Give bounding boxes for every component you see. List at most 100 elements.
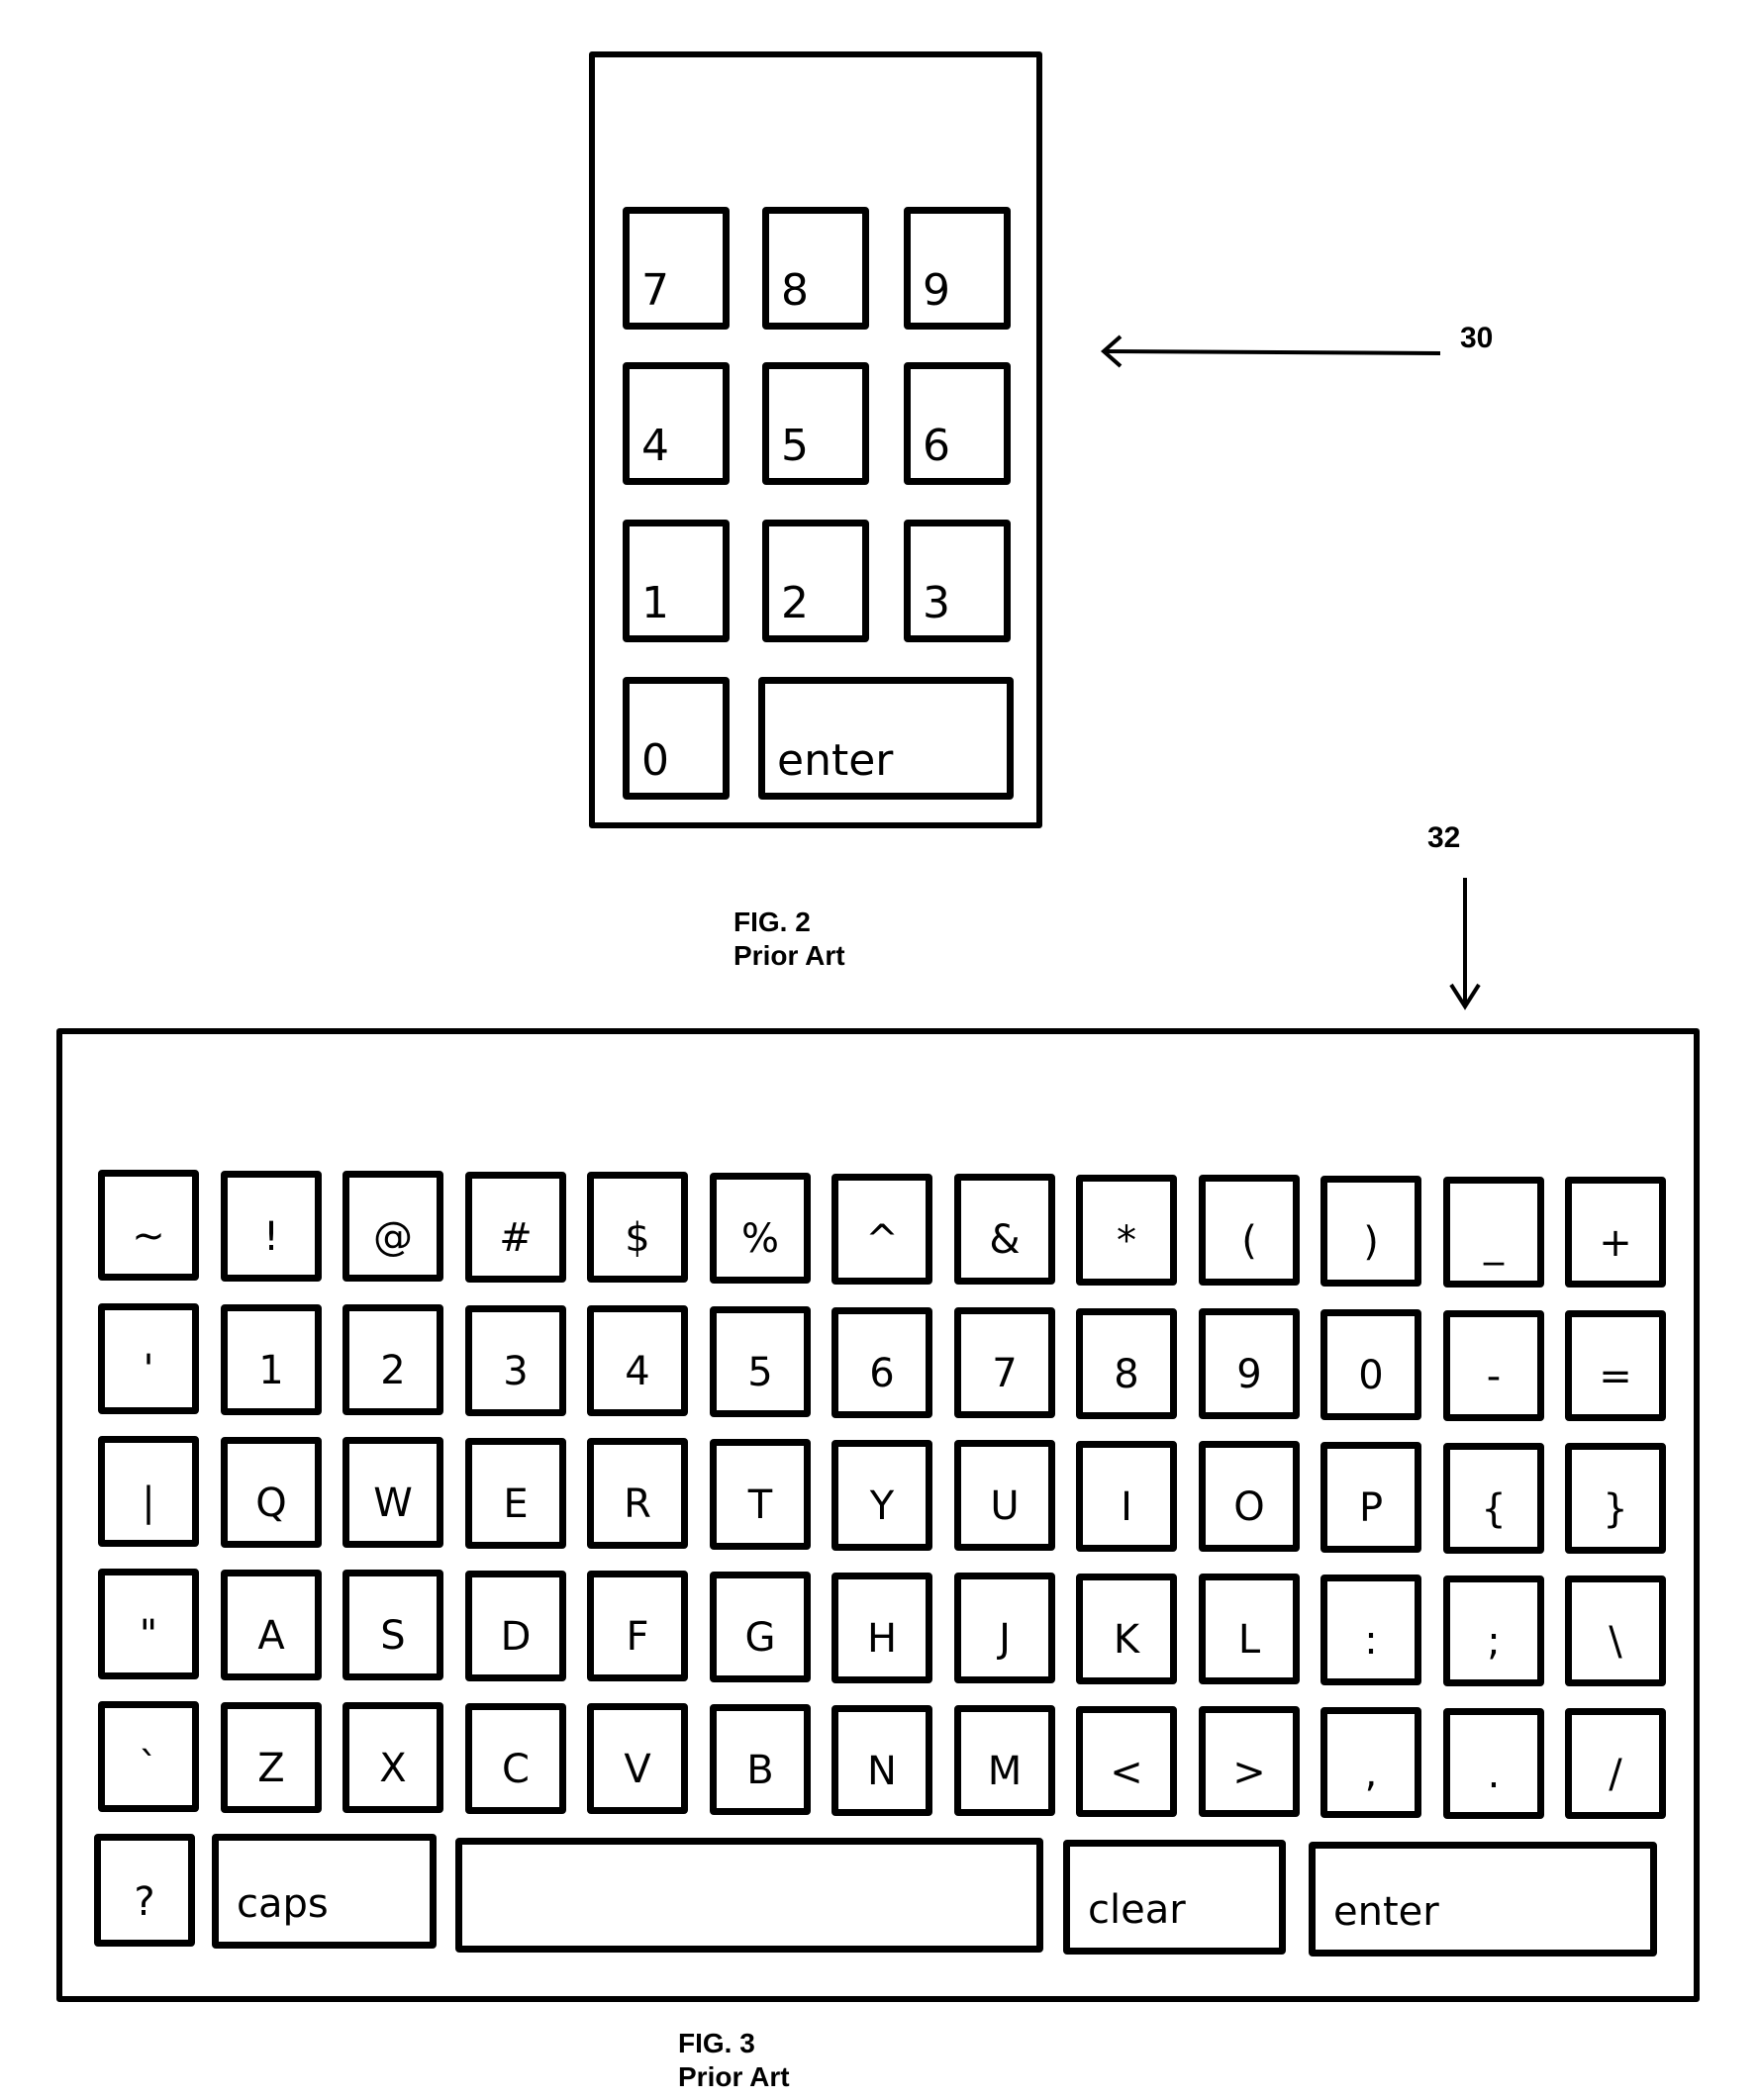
- keyboard-key[interactable]: }: [1565, 1443, 1666, 1554]
- keyboard-key[interactable]: $: [587, 1172, 688, 1283]
- keyboard-key[interactable]: J: [954, 1573, 1055, 1683]
- keyboard-key-label: !: [262, 1214, 280, 1260]
- keyboard-key[interactable]: ~: [98, 1170, 199, 1281]
- keyboard-clear-key[interactable]: clear: [1063, 1840, 1286, 1955]
- keyboard-key[interactable]: %: [710, 1173, 811, 1284]
- keyboard-key-label: :: [1364, 1618, 1378, 1664]
- keyboard-key[interactable]: L: [1199, 1574, 1300, 1684]
- keypad-key[interactable]: 4: [623, 362, 730, 485]
- keyboard-key-label: L: [1237, 1617, 1261, 1663]
- keyboard-key-label: K: [1113, 1617, 1140, 1663]
- keyboard-key[interactable]: ,: [1320, 1707, 1421, 1818]
- keyboard-key[interactable]: W: [342, 1437, 443, 1548]
- keyboard-key[interactable]: 9: [1199, 1308, 1300, 1419]
- keyboard-key[interactable]: X: [342, 1702, 443, 1813]
- keyboard-key[interactable]: V: [587, 1703, 688, 1814]
- keyboard-key[interactable]: _: [1443, 1177, 1544, 1288]
- keyboard-key[interactable]: T: [710, 1439, 811, 1550]
- keyboard-key[interactable]: (: [1199, 1175, 1300, 1286]
- keyboard-key-label: Z: [257, 1746, 285, 1791]
- keyboard-key-label: T: [747, 1482, 773, 1528]
- keyboard-key[interactable]: U: [954, 1440, 1055, 1551]
- keypad-key[interactable]: 3: [904, 520, 1011, 642]
- keyboard-key-label: X: [379, 1746, 407, 1791]
- keypad-key[interactable]: 6: [904, 362, 1011, 485]
- keyboard-key[interactable]: Y: [831, 1440, 932, 1551]
- keyboard-key-label: Y: [869, 1483, 895, 1529]
- keyboard-key[interactable]: P: [1320, 1442, 1421, 1553]
- keyboard-key[interactable]: =: [1565, 1310, 1666, 1421]
- keyboard-key[interactable]: :: [1320, 1575, 1421, 1685]
- keyboard-key-label: ': [143, 1347, 154, 1392]
- keyboard-key[interactable]: |: [98, 1436, 199, 1547]
- keyboard-key[interactable]: I: [1076, 1441, 1177, 1552]
- keyboard-key[interactable]: ': [98, 1303, 199, 1414]
- keyboard-space-key[interactable]: [455, 1838, 1043, 1953]
- keypad-enter-key[interactable]: enter: [758, 677, 1014, 800]
- keyboard-key-label: I: [1121, 1484, 1132, 1530]
- keyboard-key[interactable]: D: [465, 1571, 566, 1681]
- keyboard-key[interactable]: H: [831, 1573, 932, 1683]
- keyboard-key[interactable]: +: [1565, 1177, 1666, 1288]
- keyboard-key[interactable]: R: [587, 1438, 688, 1549]
- keyboard-key[interactable]: ^: [831, 1174, 932, 1285]
- keyboard-key[interactable]: C: [465, 1703, 566, 1814]
- keyboard-key[interactable]: N: [831, 1705, 932, 1816]
- keyboard-key[interactable]: 5: [710, 1306, 811, 1417]
- keyboard-key-label: ;: [1487, 1619, 1501, 1665]
- keyboard-key-label: .: [1487, 1752, 1501, 1797]
- keypad-key[interactable]: 7: [623, 207, 730, 330]
- keyboard-key[interactable]: >: [1199, 1706, 1300, 1817]
- keyboard-key[interactable]: &: [954, 1174, 1055, 1285]
- keyboard-key[interactable]: O: [1199, 1441, 1300, 1552]
- keyboard-key[interactable]: K: [1076, 1574, 1177, 1684]
- keypad-key[interactable]: 1: [623, 520, 730, 642]
- keyboard-key[interactable]: \: [1565, 1575, 1666, 1686]
- keyboard-caps-key[interactable]: caps: [212, 1834, 437, 1949]
- keyboard-key[interactable]: G: [710, 1572, 811, 1682]
- keyboard-key[interactable]: 8: [1076, 1308, 1177, 1419]
- keypad-key[interactable]: 9: [904, 207, 1011, 330]
- keyboard-key-label: ~: [132, 1213, 165, 1259]
- keyboard-key[interactable]: 6: [831, 1307, 932, 1418]
- keyboard-key[interactable]: 1: [221, 1304, 322, 1415]
- keyboard-enter-key[interactable]: enter: [1309, 1842, 1657, 1957]
- keypad-key[interactable]: 2: [762, 520, 869, 642]
- keyboard-key[interactable]: *: [1076, 1175, 1177, 1286]
- keyboard-key[interactable]: Q: [221, 1437, 322, 1548]
- keyboard-key[interactable]: 0: [1320, 1309, 1421, 1420]
- keyboard-key-label: <: [1110, 1750, 1143, 1795]
- keyboard-key-label: 9: [1236, 1352, 1262, 1397]
- keyboard-key[interactable]: 4: [587, 1305, 688, 1416]
- keyboard-key[interactable]: ): [1320, 1176, 1421, 1287]
- keyboard-key[interactable]: {: [1443, 1443, 1544, 1554]
- keyboard-key[interactable]: A: [221, 1570, 322, 1680]
- keyboard-key[interactable]: 7: [954, 1307, 1055, 1418]
- keyboard-key[interactable]: 2: [342, 1304, 443, 1415]
- keyboard-key[interactable]: `: [98, 1701, 199, 1812]
- keyboard-key[interactable]: #: [465, 1172, 566, 1283]
- keyboard-key-label: ): [1363, 1219, 1379, 1265]
- reference-arrow-30: [1100, 334, 1441, 368]
- keyboard-key[interactable]: ;: [1443, 1575, 1544, 1686]
- keyboard-key[interactable]: M: [954, 1705, 1055, 1816]
- keyboard-key[interactable]: .: [1443, 1708, 1544, 1819]
- keyboard-key-question[interactable]: ?: [94, 1834, 195, 1947]
- keyboard-key[interactable]: S: [342, 1570, 443, 1680]
- keyboard-key[interactable]: /: [1565, 1708, 1666, 1819]
- keyboard-key[interactable]: F: [587, 1571, 688, 1681]
- keyboard-key[interactable]: <: [1076, 1706, 1177, 1817]
- keyboard-key[interactable]: !: [221, 1171, 322, 1282]
- keypad-key[interactable]: 8: [762, 207, 869, 330]
- keyboard-key-label: 0: [1358, 1353, 1384, 1398]
- keyboard-key[interactable]: E: [465, 1438, 566, 1549]
- keyboard-key[interactable]: @: [342, 1171, 443, 1282]
- keyboard-key[interactable]: B: [710, 1704, 811, 1815]
- keyboard-key-label: $: [625, 1215, 650, 1261]
- keyboard-key[interactable]: ": [98, 1569, 199, 1679]
- keypad-key-0[interactable]: 0: [623, 677, 730, 800]
- keyboard-key[interactable]: 3: [465, 1305, 566, 1416]
- keypad-key[interactable]: 5: [762, 362, 869, 485]
- keyboard-key[interactable]: Z: [221, 1702, 322, 1813]
- keyboard-key[interactable]: -: [1443, 1310, 1544, 1421]
